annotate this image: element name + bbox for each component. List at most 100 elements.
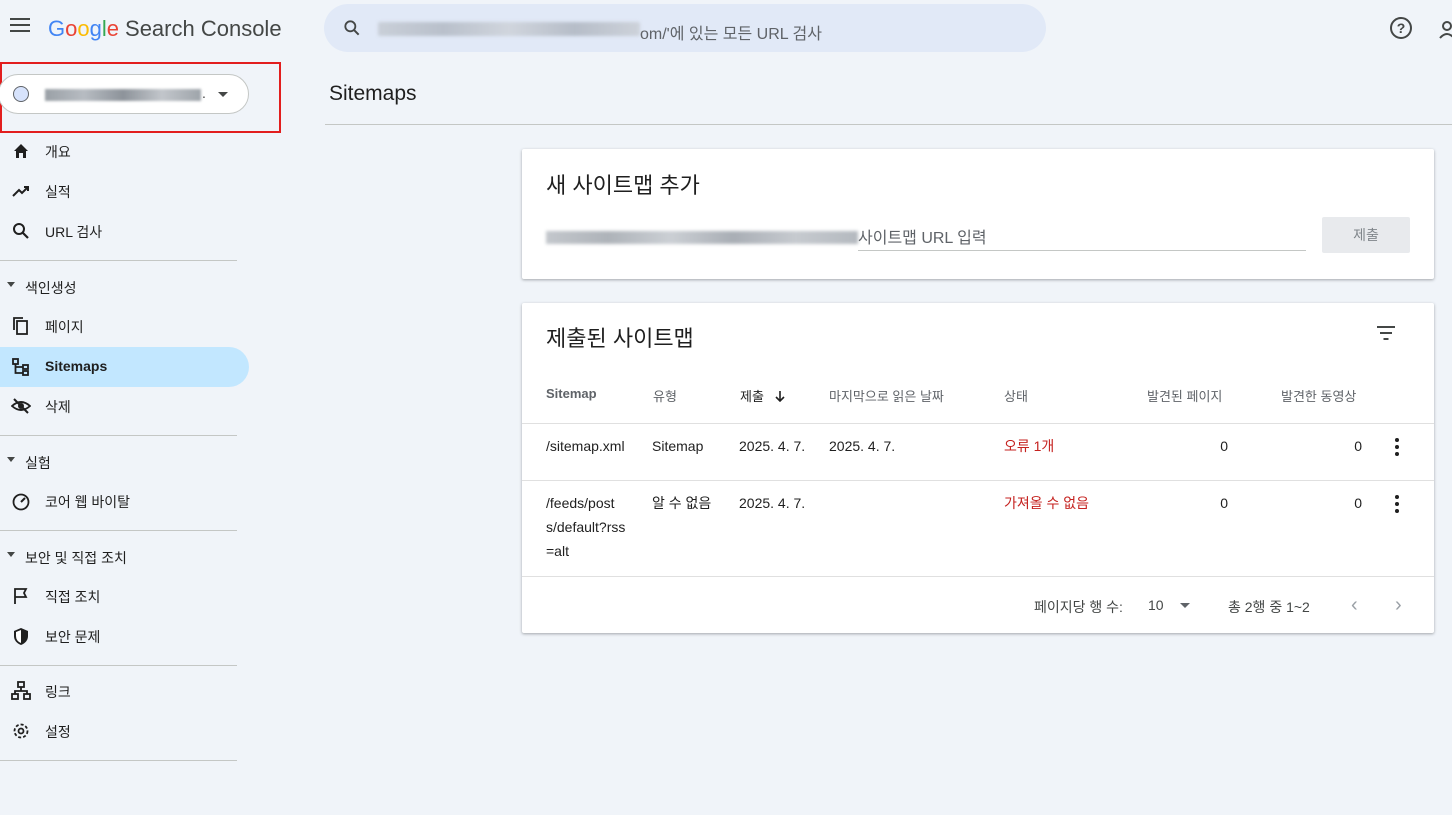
sidebar-item-links[interactable]: 링크 [0, 671, 249, 711]
sidebar-item-label: 링크 [45, 684, 71, 700]
help-icon[interactable]: ? [1390, 17, 1412, 39]
sitemap-url-input[interactable] [858, 227, 1306, 251]
sidebar-divider [0, 435, 237, 436]
sidebar-item-security-issues[interactable]: 보안 문제 [0, 616, 249, 656]
cell-videos: 0 [1354, 495, 1362, 511]
sitemap-icon [12, 358, 29, 376]
sidebar-item-sitemaps[interactable]: Sitemaps [0, 347, 249, 387]
sidebar-section-indexing[interactable]: 색인생성 [0, 271, 249, 301]
sidebar-item-settings[interactable]: 설정 [0, 711, 249, 751]
arrow-down-icon [774, 391, 785, 403]
section-label: 보안 및 직접 조치 [25, 550, 127, 566]
sidebar-item-label: 직접 조치 [45, 589, 101, 605]
sidebar-item-manual-actions[interactable]: 직접 조치 [0, 576, 249, 616]
cell-status: 가져올 수 없음 [1004, 495, 1090, 511]
submitted-sitemaps-card: 제출된 사이트맵 Sitemap 유형 제출 마지막으로 읽은 날짜 상태 발견… [522, 303, 1434, 633]
column-header-last-read[interactable]: 마지막으로 읽은 날짜 [829, 386, 944, 405]
url-inspect-search[interactable]: om/'에 있는 모든 URL 검사 [324, 4, 1046, 52]
blurred-property-name [45, 89, 201, 101]
collapse-triangle-icon [7, 552, 15, 557]
cell-last-read: 2025. 4. 7. [829, 438, 896, 454]
app-header: Google Search Console om/'에 있는 모든 URL 검사 … [0, 0, 1452, 60]
sidebar-item-core-web-vitals[interactable]: 코어 웹 바이탈 [0, 481, 249, 521]
cell-sitemap[interactable]: /sitemap.xml [546, 434, 625, 458]
cell-submitted: 2025. 4. 7. [739, 438, 806, 454]
cell-pages: 0 [1220, 495, 1228, 511]
pagination-range: 총 2행 중 1~2 [1228, 599, 1310, 615]
sidebar-item-overview[interactable]: 개요 [0, 131, 249, 171]
collapse-triangle-icon [7, 282, 15, 287]
row-divider [522, 480, 1434, 481]
sidebar-item-pages[interactable]: 페이지 [0, 306, 249, 346]
page-title: Sitemaps [329, 82, 417, 105]
sidebar-item-label: 페이지 [45, 319, 84, 335]
submit-button[interactable]: 제출 [1322, 217, 1410, 253]
rows-per-page-label: 페이지당 행 수: [1034, 599, 1123, 615]
sidebar-item-label: Sitemaps [45, 358, 108, 374]
sidebar-item-label: URL 검사 [45, 224, 103, 240]
sidebar-item-label: 코어 웹 바이탈 [45, 494, 131, 510]
chevron-down-icon [218, 92, 228, 97]
column-header-submitted[interactable]: 제출 [740, 386, 786, 405]
rows-per-page-select[interactable]: 10 [1148, 597, 1164, 613]
cell-type: Sitemap [652, 438, 704, 454]
account-icon[interactable] [1438, 18, 1452, 40]
row-divider [522, 576, 1434, 577]
speed-icon [12, 493, 30, 511]
column-header-sitemap[interactable]: Sitemap [546, 386, 597, 401]
menu-icon[interactable] [10, 18, 30, 38]
search-icon [344, 20, 360, 36]
add-sitemap-card: 새 사이트맵 추가 제출 [522, 149, 1434, 279]
cell-pages: 0 [1220, 438, 1228, 454]
column-header-status[interactable]: 상태 [1004, 386, 1028, 405]
card-title: 새 사이트맵 추가 [546, 173, 700, 198]
search-placeholder: om/'에 있는 모든 URL 검사 [640, 26, 822, 43]
globe-icon [13, 86, 29, 102]
product-logo[interactable]: Google Search Console [48, 16, 282, 42]
cell-submitted: 2025. 4. 7. [739, 495, 806, 511]
blurred-property-url [378, 22, 640, 36]
cell-sitemap[interactable]: /feeds/post s/default?rss =alt [546, 491, 636, 563]
cell-sitemap-line: /feeds/post [546, 495, 615, 511]
sidebar-divider [0, 530, 237, 531]
sidebar-divider [0, 260, 237, 261]
column-header-discovered-videos[interactable]: 발견한 동영상 [1281, 386, 1356, 405]
sidebar-item-label: 개요 [45, 144, 71, 160]
home-icon [14, 144, 28, 158]
section-label: 실험 [25, 455, 51, 471]
product-name: Search Console [125, 16, 282, 41]
sidebar-divider [0, 760, 237, 761]
shield-icon [14, 628, 28, 645]
google-wordmark: Google [48, 16, 120, 41]
column-header-label: 제출 [740, 389, 764, 404]
more-vert-icon[interactable] [1395, 438, 1399, 456]
more-vert-icon[interactable] [1395, 495, 1399, 513]
sidebar-item-removals[interactable]: 삭제 [0, 386, 249, 426]
sidebar-item-url-inspection[interactable]: URL 검사 [0, 211, 249, 251]
removal-icon [11, 398, 31, 414]
sidebar-item-label: 삭제 [45, 399, 71, 415]
cell-type: 알 수 없음 [652, 495, 712, 511]
flag-icon [14, 588, 28, 604]
sidebar-item-label: 보안 문제 [45, 629, 101, 645]
sidebar-divider [0, 665, 237, 666]
cell-videos: 0 [1354, 438, 1362, 454]
section-label: 색인생성 [25, 280, 77, 296]
property-ellipsis: . [202, 85, 206, 101]
row-divider [522, 423, 1434, 424]
chevron-right-icon[interactable]: › [1395, 594, 1402, 617]
cell-status: 오류 1개 [1004, 438, 1055, 454]
links-icon [11, 681, 31, 700]
filter-icon[interactable] [1376, 325, 1396, 341]
card-title: 제출된 사이트맵 [546, 326, 694, 351]
property-selector[interactable]: . [0, 74, 249, 114]
sidebar-section-experience[interactable]: 실험 [0, 446, 249, 476]
sidebar-item-performance[interactable]: 실적 [0, 171, 249, 211]
sidebar-section-security[interactable]: 보안 및 직접 조치 [0, 541, 249, 571]
title-divider [325, 124, 1452, 125]
blurred-url-prefix [546, 231, 858, 244]
chevron-left-icon[interactable]: ‹ [1351, 594, 1358, 617]
column-header-type[interactable]: 유형 [653, 386, 677, 405]
chevron-down-icon[interactable] [1180, 603, 1190, 608]
column-header-discovered-pages[interactable]: 발견된 페이지 [1147, 386, 1222, 405]
